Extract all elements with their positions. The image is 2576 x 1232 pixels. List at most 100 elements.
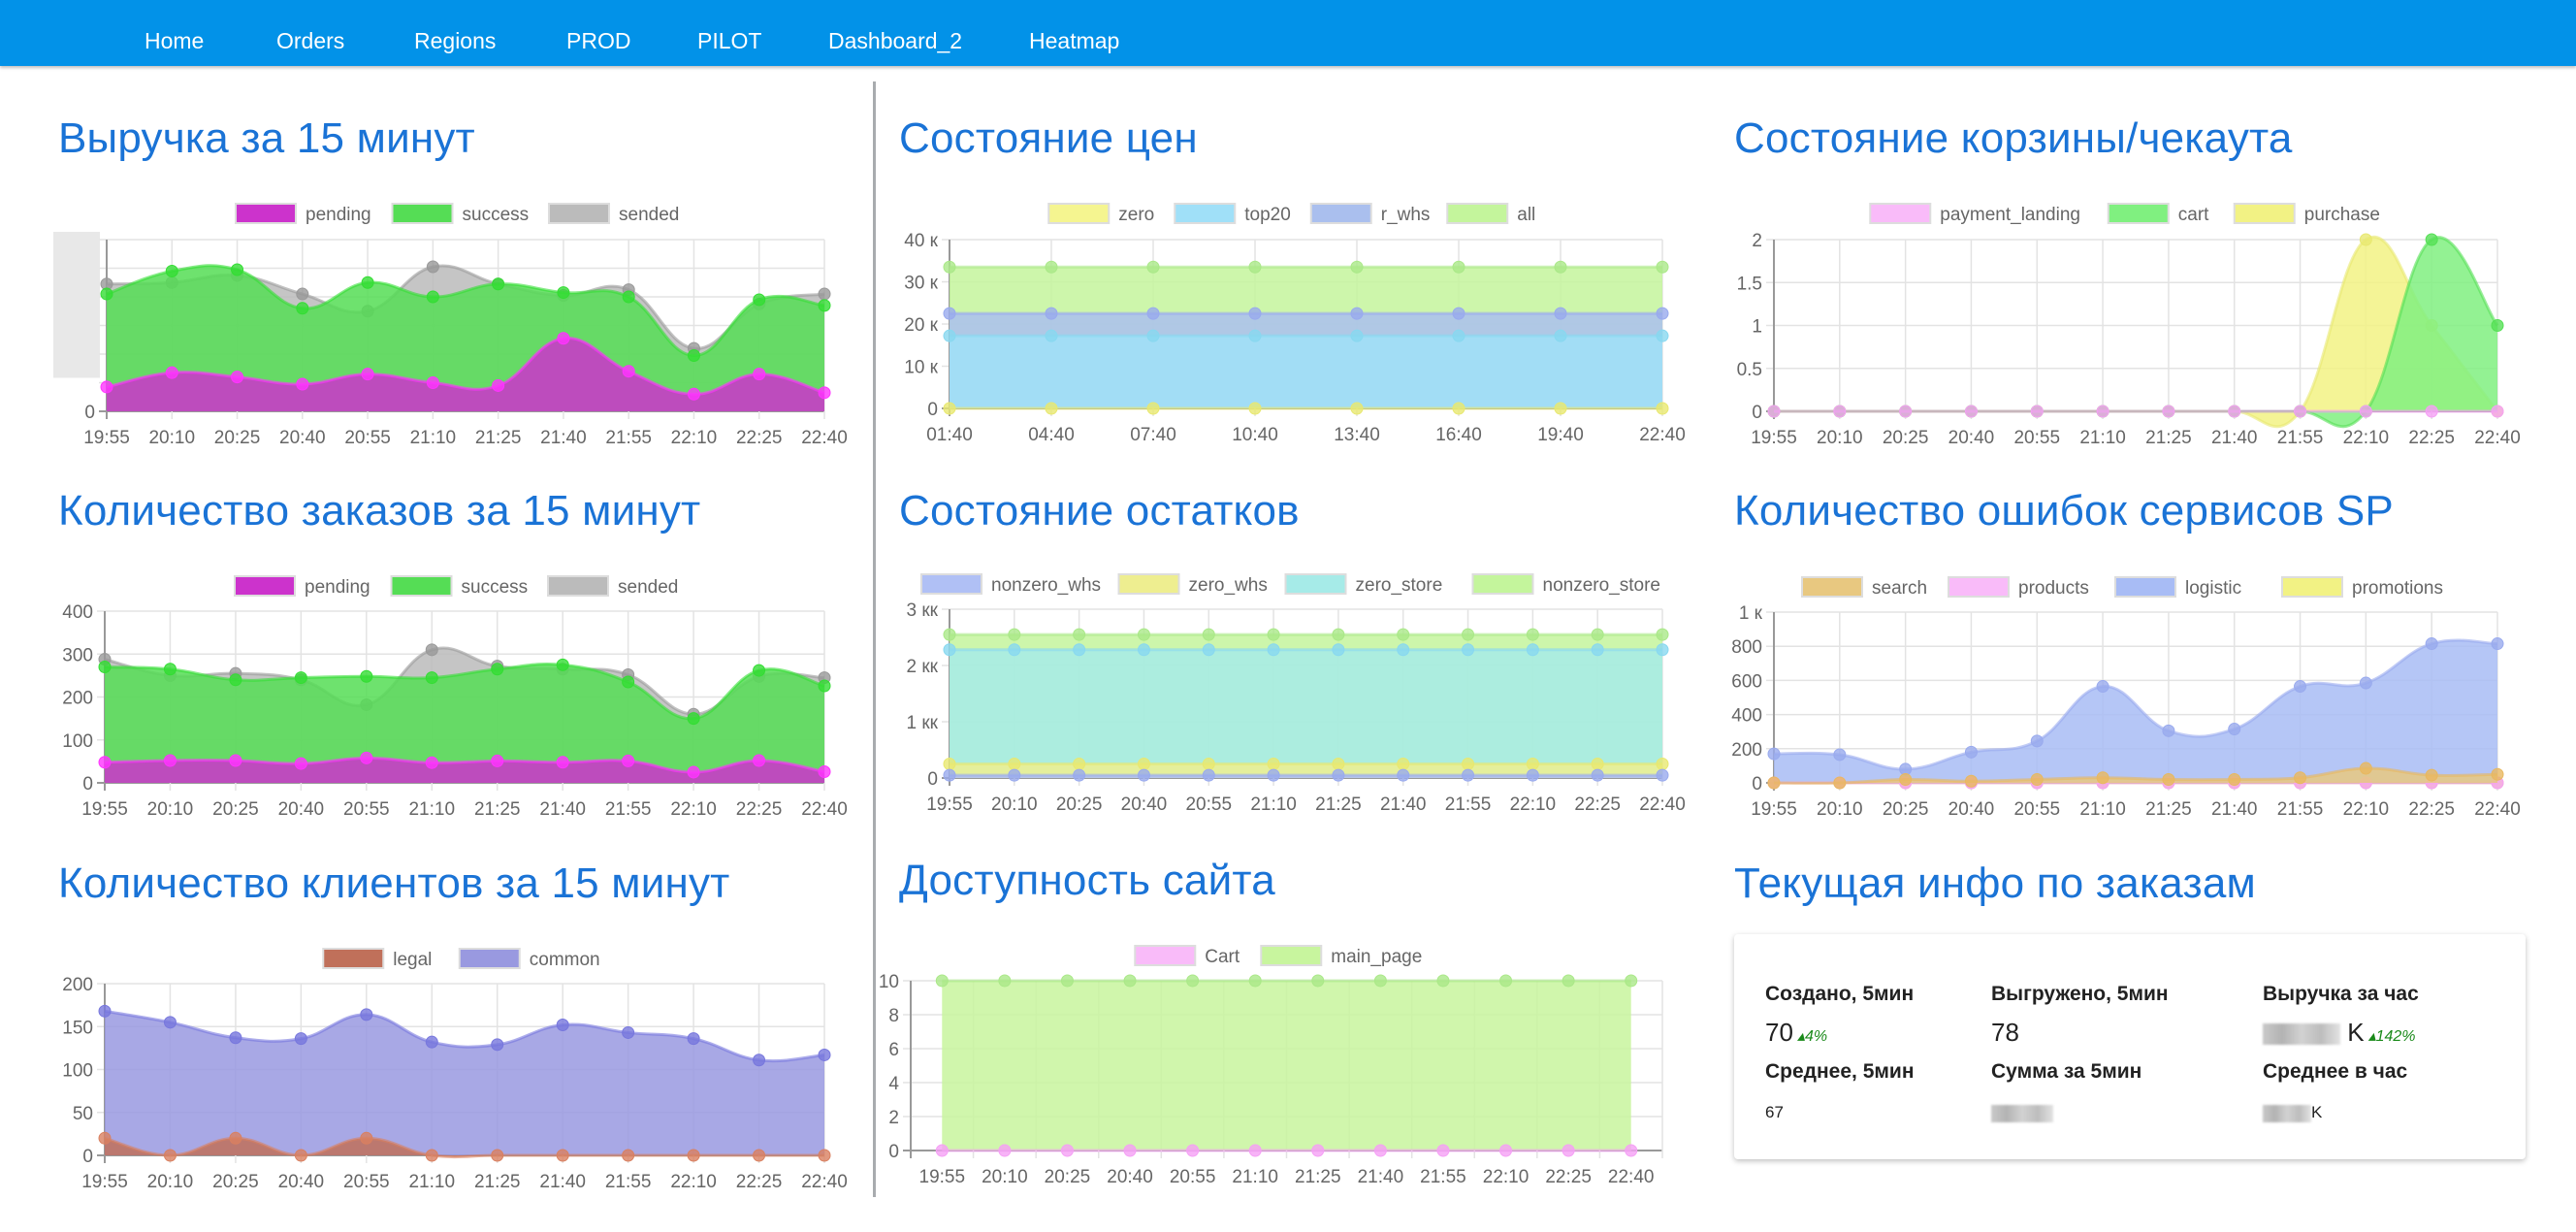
point-zero_store[interactable]: [1267, 643, 1280, 657]
point-nonzero_whs[interactable]: [1591, 768, 1604, 782]
point-top20[interactable]: [1045, 329, 1058, 342]
point-Cart[interactable]: [1625, 1144, 1638, 1157]
point-pending[interactable]: [229, 754, 242, 767]
point-nonzero_store[interactable]: [1397, 628, 1410, 641]
point-payment_landing[interactable]: [1767, 405, 1781, 418]
point-all[interactable]: [1656, 260, 1669, 274]
legend-item-sended[interactable]: sended: [547, 575, 678, 598]
point-pending[interactable]: [753, 368, 766, 381]
point-pending[interactable]: [491, 754, 504, 767]
point-pending[interactable]: [753, 754, 766, 767]
point-logistic[interactable]: [1767, 747, 1781, 761]
point-nonzero_whs[interactable]: [1073, 768, 1086, 782]
point-search[interactable]: [1833, 776, 1847, 790]
legend-item-search[interactable]: search: [1801, 576, 1927, 599]
point-success[interactable]: [425, 671, 438, 685]
point-pending[interactable]: [818, 386, 831, 400]
point-top20[interactable]: [1248, 329, 1262, 342]
point-logistic[interactable]: [2491, 637, 2504, 651]
point-legal[interactable]: [556, 1149, 569, 1162]
point-sended[interactable]: [296, 287, 309, 301]
point-Cart[interactable]: [1060, 1144, 1074, 1157]
point-zero_store[interactable]: [1008, 643, 1021, 657]
point-success[interactable]: [296, 302, 309, 315]
point-pending[interactable]: [687, 387, 700, 401]
point-pending[interactable]: [818, 764, 831, 778]
point-nonzero_store[interactable]: [1591, 628, 1604, 641]
point-search[interactable]: [1899, 772, 1913, 786]
point-pending[interactable]: [294, 757, 307, 770]
legend-item-main_page[interactable]: main_page: [1260, 945, 1422, 967]
point-nonzero_store[interactable]: [1267, 628, 1280, 641]
point-zero[interactable]: [1146, 402, 1160, 415]
point-success[interactable]: [294, 671, 307, 685]
point-zero[interactable]: [943, 402, 956, 415]
legend-item-zero_whs[interactable]: zero_whs: [1117, 573, 1268, 596]
point-common[interactable]: [753, 1054, 766, 1067]
point-main_page[interactable]: [935, 974, 949, 988]
point-r_whs[interactable]: [1045, 307, 1058, 320]
point-payment_landing[interactable]: [1964, 405, 1978, 418]
point-success[interactable]: [165, 264, 178, 277]
point-legal[interactable]: [98, 1131, 112, 1145]
point-zero_whs[interactable]: [1462, 758, 1475, 770]
point-success[interactable]: [753, 664, 766, 677]
point-payment_landing[interactable]: [1899, 405, 1913, 418]
point-nonzero_whs[interactable]: [1526, 768, 1539, 782]
point-success[interactable]: [163, 663, 177, 676]
point-logistic[interactable]: [2425, 637, 2438, 651]
point-logistic[interactable]: [2096, 680, 2109, 694]
point-top20[interactable]: [1146, 329, 1160, 342]
point-nonzero_store[interactable]: [1073, 628, 1086, 641]
point-nonzero_store[interactable]: [1332, 628, 1345, 641]
point-success[interactable]: [622, 675, 635, 689]
point-zero_store[interactable]: [943, 643, 956, 657]
point-logistic[interactable]: [1964, 745, 1978, 759]
point-pending[interactable]: [165, 366, 178, 379]
legend-item-purchase[interactable]: purchase: [2233, 203, 2380, 225]
point-zero_store[interactable]: [1397, 643, 1410, 657]
legend-item-sended[interactable]: sended: [548, 203, 679, 225]
point-success[interactable]: [231, 263, 244, 276]
point-search[interactable]: [2425, 768, 2438, 782]
point-pending[interactable]: [557, 332, 570, 345]
point-search[interactable]: [2030, 772, 2044, 786]
legend-item-cart[interactable]: cart: [2107, 203, 2209, 225]
legend-item-pending[interactable]: pending: [234, 575, 370, 598]
point-zero[interactable]: [1045, 402, 1058, 415]
nav-orders[interactable]: Orders: [276, 0, 344, 66]
point-legal[interactable]: [425, 1149, 438, 1162]
point-main_page[interactable]: [998, 974, 1012, 988]
point-Cart[interactable]: [1123, 1144, 1137, 1157]
point-zero_whs[interactable]: [1137, 758, 1150, 770]
point-sended[interactable]: [818, 287, 831, 301]
point-success[interactable]: [622, 290, 635, 304]
point-legal[interactable]: [818, 1149, 831, 1162]
nav-pilot[interactable]: PILOT: [697, 0, 761, 66]
point-main_page[interactable]: [1186, 974, 1200, 988]
legend-item-nonzero_store[interactable]: nonzero_store: [1471, 573, 1660, 596]
point-sended[interactable]: [425, 643, 438, 657]
point-cart[interactable]: [2491, 319, 2504, 332]
point-top20[interactable]: [1554, 329, 1567, 342]
point-r_whs[interactable]: [1248, 307, 1262, 320]
point-purchase[interactable]: [2359, 233, 2372, 246]
point-common[interactable]: [163, 1016, 177, 1029]
point-logistic[interactable]: [1833, 748, 1847, 762]
point-search[interactable]: [2294, 771, 2307, 785]
legend-item-r_whs[interactable]: r_whs: [1309, 203, 1431, 225]
point-search[interactable]: [1767, 776, 1781, 790]
point-nonzero_whs[interactable]: [1008, 768, 1021, 782]
point-search[interactable]: [1964, 774, 1978, 788]
legend-item-zero[interactable]: zero: [1047, 203, 1154, 225]
point-logistic[interactable]: [2162, 724, 2175, 737]
point-search[interactable]: [2096, 771, 2109, 785]
point-pending[interactable]: [163, 754, 177, 767]
point-zero_store[interactable]: [1591, 643, 1604, 657]
legend-item-common[interactable]: common: [458, 948, 600, 970]
point-common[interactable]: [360, 1008, 373, 1021]
point-common[interactable]: [818, 1048, 831, 1061]
point-zero_store[interactable]: [1332, 643, 1345, 657]
point-nonzero_store[interactable]: [1202, 628, 1215, 641]
point-nonzero_whs[interactable]: [1202, 768, 1215, 782]
